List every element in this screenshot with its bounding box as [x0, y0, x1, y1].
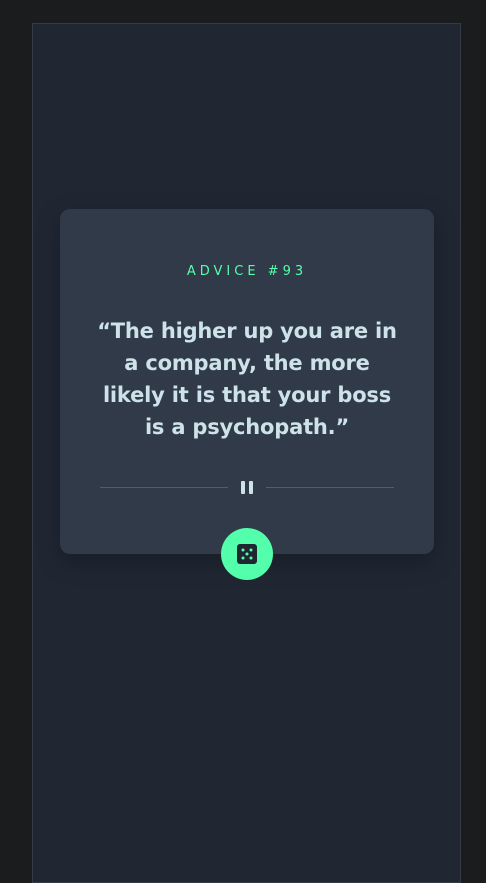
- pause-icon: [239, 481, 255, 495]
- pattern-divider: [100, 477, 394, 499]
- advice-quote: “The higher up you are in a company, the…: [97, 319, 397, 439]
- divider-line-left: [100, 487, 228, 488]
- divider-line-right: [266, 487, 394, 488]
- new-advice-button[interactable]: [221, 528, 273, 580]
- advice-number-label: ADVICE #93: [186, 264, 308, 279]
- dice-icon: [237, 544, 257, 564]
- advice-card: ADVICE #93 “The higher up you are in a c…: [60, 209, 434, 554]
